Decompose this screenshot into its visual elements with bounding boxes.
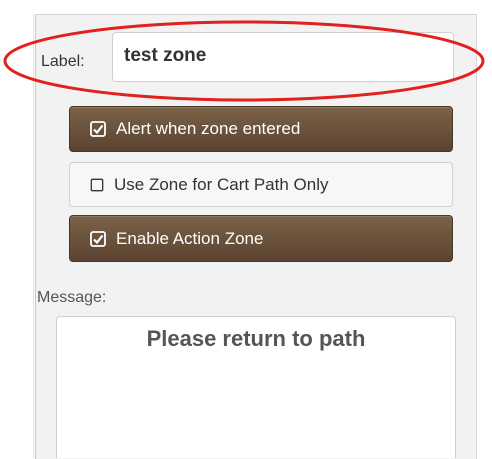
alert-zone-entered-toggle[interactable]: Alert when zone entered — [69, 106, 453, 152]
enable-action-zone-toggle[interactable]: Enable Action Zone — [69, 215, 453, 262]
alert-zone-entered-label: Alert when zone entered — [116, 119, 301, 138]
check-square-icon — [90, 121, 106, 137]
enable-action-zone-label: Enable Action Zone — [116, 228, 264, 248]
message-caption: Message: — [37, 289, 107, 306]
label-input[interactable]: test zone — [112, 32, 454, 82]
cart-path-only-label: Use Zone for Cart Path Only — [114, 174, 329, 194]
label-caption: Label: — [41, 53, 85, 70]
message-textarea[interactable]: Please return to path — [56, 316, 456, 458]
empty-square-icon — [90, 178, 104, 191]
cart-path-only-toggle[interactable]: Use Zone for Cart Path Only — [69, 162, 453, 207]
panel-left-edge — [33, 14, 34, 458]
check-square-icon — [90, 230, 106, 247]
